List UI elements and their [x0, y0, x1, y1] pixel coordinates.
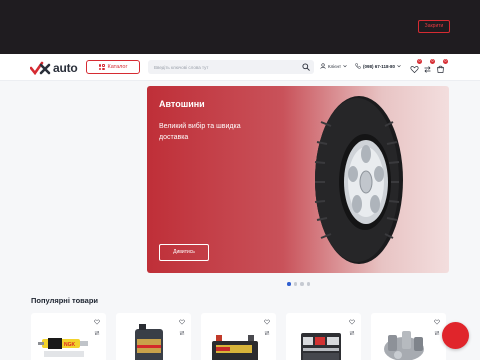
user-icon	[320, 63, 326, 69]
phone-menu[interactable]: (098) 67-118-80	[355, 63, 401, 69]
catalog-button[interactable]: Каталог	[86, 60, 140, 74]
login-label: Клієнт	[328, 63, 342, 69]
phone-icon	[355, 63, 361, 69]
search-input[interactable]	[154, 60, 294, 74]
svg-text:NGK: NGK	[64, 342, 76, 348]
search-bar	[148, 60, 314, 74]
heart-icon[interactable]	[179, 319, 185, 325]
cart-count-badge: 0	[443, 59, 448, 64]
hero-subtitle: Великий вибір та швидка доставка	[159, 123, 241, 141]
wishlist-count-badge: 0	[417, 59, 422, 64]
catalog-label: Каталог	[107, 64, 128, 70]
site-header: auto Каталог Клієнт (098) 67-118-80	[0, 54, 480, 81]
grid-icon	[98, 64, 105, 70]
heart-icon[interactable]	[94, 319, 100, 325]
close-banner-button[interactable]: Закрити	[418, 20, 450, 33]
chat-button[interactable]	[442, 322, 469, 349]
top-banner: Закрити	[0, 0, 480, 54]
search-icon[interactable]	[302, 63, 310, 71]
tire-image	[314, 96, 403, 264]
heart-icon[interactable]	[264, 319, 270, 325]
slider-dot[interactable]	[293, 282, 297, 286]
chat-icon	[442, 322, 469, 349]
metal-parts-image	[384, 331, 424, 360]
popular-products-title: Популярні товари	[31, 296, 99, 305]
compare-icon[interactable]	[264, 330, 270, 336]
car-battery-image	[212, 335, 258, 360]
slider-dot[interactable]	[306, 282, 310, 286]
product-card[interactable]	[201, 313, 276, 360]
heart-icon	[410, 66, 419, 74]
slider-dot[interactable]	[300, 282, 304, 286]
logo-check-icon	[30, 61, 51, 75]
compare-count-badge: 0	[430, 59, 435, 64]
compare-icon[interactable]	[94, 330, 100, 336]
compare-icon[interactable]	[179, 330, 185, 336]
slider-dots	[287, 282, 310, 286]
product-card[interactable]	[371, 313, 446, 360]
compare-icon[interactable]	[434, 330, 440, 336]
hero-view-button[interactable]: Дивитись	[159, 244, 209, 261]
compare-button[interactable]: 0	[423, 59, 435, 73]
spark-plug-image: NGK	[38, 338, 88, 357]
logo[interactable]: auto	[30, 60, 78, 75]
product-card[interactable]: NGK	[31, 313, 106, 360]
login-menu[interactable]: Клієнт	[320, 63, 347, 69]
product-card[interactable]	[116, 313, 191, 360]
motor-oil-image	[135, 324, 163, 360]
hero-title: Автошини	[159, 99, 205, 109]
cart-button[interactable]: 0	[436, 59, 448, 73]
wishlist-button[interactable]: 0	[410, 59, 422, 74]
heart-icon[interactable]	[349, 319, 355, 325]
phone-number: (098) 67-118-80	[363, 63, 396, 69]
heart-icon[interactable]	[434, 319, 440, 325]
chevron-down-icon	[397, 65, 401, 68]
toolbox-image	[301, 333, 341, 360]
compare-icon[interactable]	[349, 330, 355, 336]
product-card[interactable]	[286, 313, 361, 360]
compare-icon	[424, 66, 431, 73]
logo-text: auto	[53, 60, 78, 75]
chevron-down-icon	[343, 65, 347, 68]
cart-icon	[437, 65, 444, 73]
hero-banner[interactable]: Автошини Великий вибір та швидка доставк…	[147, 86, 449, 273]
slider-dot[interactable]	[287, 282, 291, 286]
